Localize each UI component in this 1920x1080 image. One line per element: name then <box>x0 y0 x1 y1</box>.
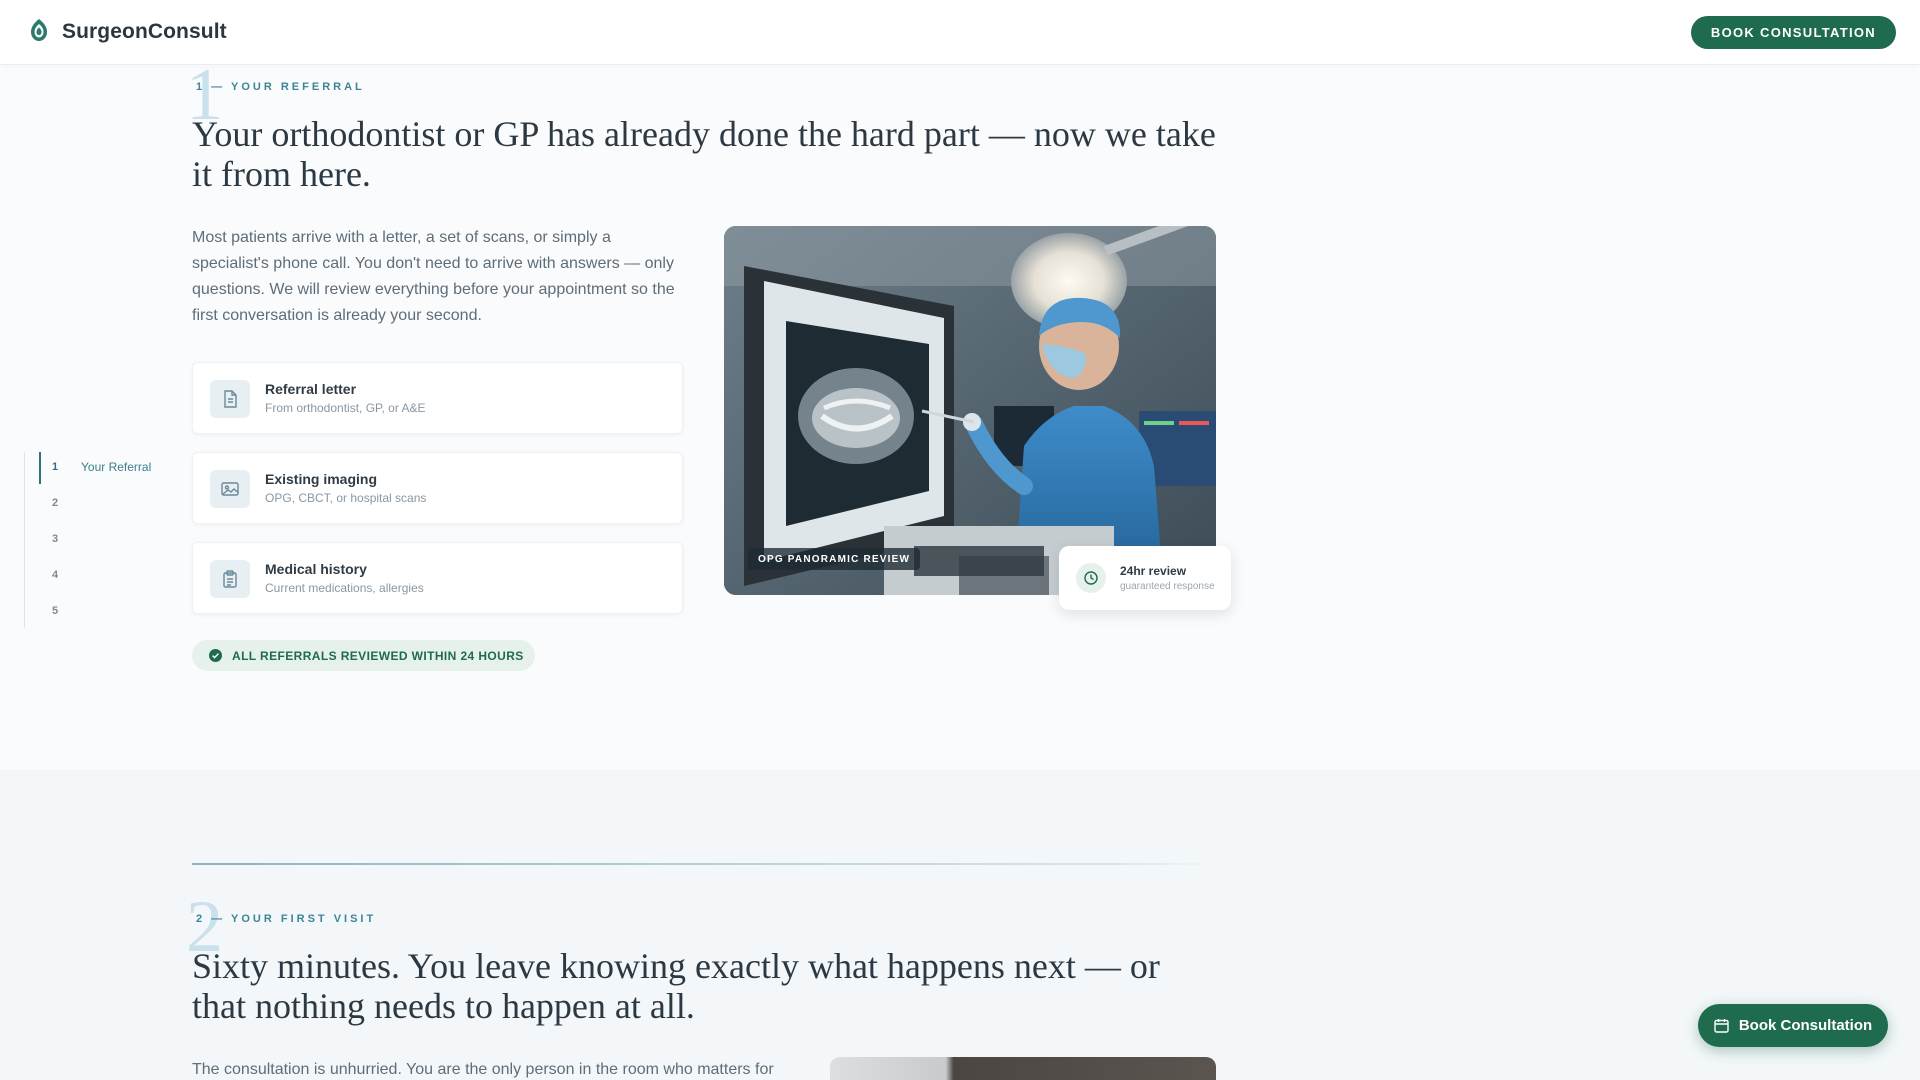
document-icon <box>210 380 250 418</box>
site-header: SurgeonConsult BOOK CONSULTATION <box>0 0 1920 64</box>
checklist-card-referral-letter: Referral letter From orthodontist, GP, o… <box>192 362 683 434</box>
active-indicator <box>39 452 41 484</box>
section-eyebrow: 1 — YOUR REFERRAL <box>196 81 365 93</box>
card-subtitle: From orthodontist, GP, or A&E <box>265 401 426 415</box>
sidenav-label: Your Referral <box>81 460 152 474</box>
floating-book-consultation-button[interactable]: Book Consultation <box>1698 1004 1888 1047</box>
surgeon-xray-photo <box>724 226 1216 595</box>
sidenav-number: 1 <box>52 461 59 473</box>
fab-label: Book Consultation <box>1738 1017 1873 1034</box>
image-icon <box>210 470 250 508</box>
consultation-photo <box>830 1057 1216 1080</box>
section-paragraph: Most patients arrive with a letter, a se… <box>192 229 675 324</box>
sidenav-number: 3 <box>52 533 59 545</box>
check-circle-icon <box>209 649 222 662</box>
photo-caption-tag: OPG PANORAMIC REVIEW <box>748 548 921 570</box>
section-first-visit <box>0 770 1920 1080</box>
book-consultation-button[interactable]: BOOK CONSULTATION <box>1690 15 1896 49</box>
clipboard-icon <box>210 560 250 598</box>
sidenav-number: 2 <box>52 497 59 509</box>
progress-rail <box>24 452 25 628</box>
section-paragraph: The consultation is unhurried. You are t… <box>192 1061 774 1078</box>
calendar-icon <box>1714 1019 1729 1033</box>
card-title: Referral letter <box>265 381 357 397</box>
checklist-card-existing-imaging: Existing imaging OPG, CBCT, or hospital … <box>192 452 683 524</box>
sidenav-number: 4 <box>52 569 59 581</box>
sidenav-number: 5 <box>52 605 59 617</box>
review-subtitle: guaranteed response <box>1120 581 1215 592</box>
checklist-card-medical-history: Medical history Current medications, all… <box>192 542 683 614</box>
section-heading: Your orthodontist or GP has already done… <box>192 114 1216 194</box>
card-subtitle: OPG, CBCT, or hospital scans <box>265 491 427 505</box>
section-eyebrow: 2 — YOUR FIRST VISIT <box>196 913 377 925</box>
review-time-card: 24hr review guaranteed response <box>1059 546 1231 610</box>
brand-name: SurgeonConsult <box>62 20 227 43</box>
card-title: Existing imaging <box>265 471 378 487</box>
brand[interactable]: SurgeonConsult <box>30 18 227 47</box>
section-heading: Sixty minutes. You leave knowing exactly… <box>192 946 1160 1026</box>
card-title: Medical history <box>265 561 367 577</box>
review-guarantee-badge: ALL REFERRALS REVIEWED WITHIN 24 HOURS <box>192 640 535 671</box>
card-subtitle: Current medications, allergies <box>265 581 424 595</box>
review-title: 24hr review <box>1120 564 1187 578</box>
clock-icon <box>1076 563 1106 593</box>
section-divider <box>192 863 1216 865</box>
logo-icon <box>30 18 48 47</box>
badge-label: ALL REFERRALS REVIEWED WITHIN 24 HOURS <box>232 648 524 663</box>
